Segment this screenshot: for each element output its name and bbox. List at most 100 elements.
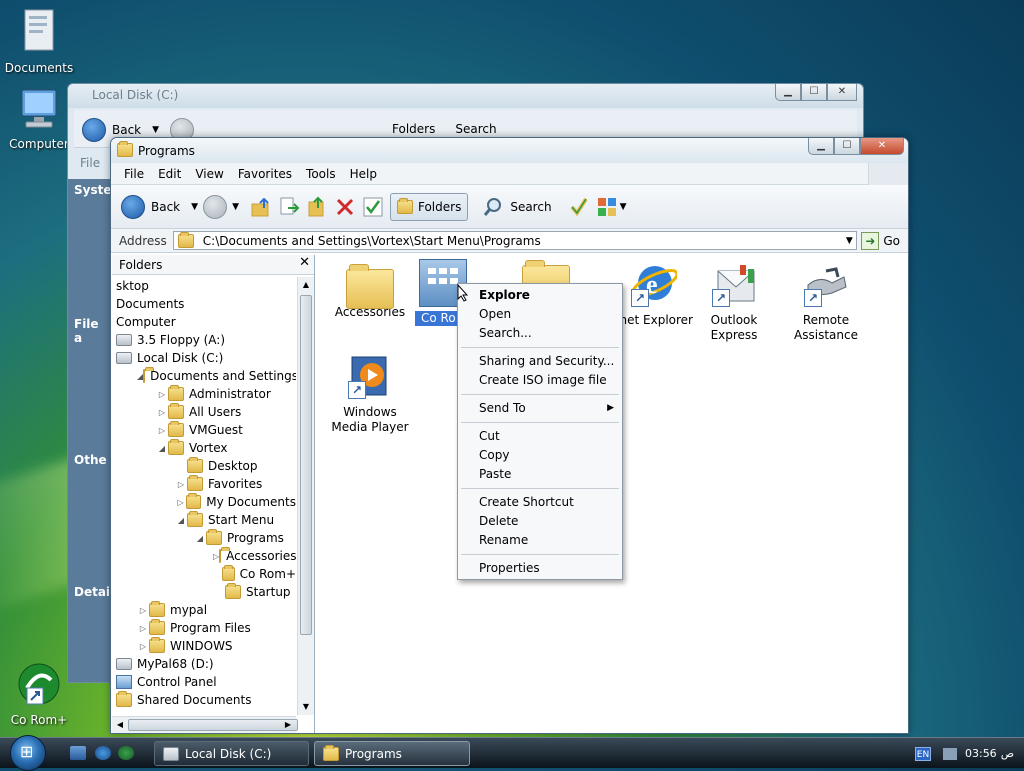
menu-help[interactable]: Help <box>343 165 384 183</box>
context-menu-item-create-iso-image-file[interactable]: Create ISO image file <box>458 371 622 390</box>
scroll-up-icon[interactable]: ▲ <box>298 277 314 293</box>
undo-button[interactable] <box>362 196 384 218</box>
close-button[interactable]: ✕ <box>860 138 904 155</box>
chevron-down-icon[interactable]: ▼ <box>152 125 159 135</box>
taskbar-item-programs[interactable]: Programs <box>314 741 470 766</box>
minimize-button[interactable]: ▁ <box>775 84 801 101</box>
menu-view[interactable]: View <box>188 165 230 183</box>
context-menu-item-create-shortcut[interactable]: Create Shortcut <box>458 493 622 512</box>
desktop-icon-co-rom[interactable]: Co Rom+ <box>3 662 75 727</box>
delete-button[interactable] <box>334 196 356 218</box>
tree-item[interactable]: ▷ Program Files <box>112 619 296 637</box>
folder-tree-vertical-scrollbar[interactable]: ▲ ▼ <box>297 277 314 715</box>
co-rom-icon[interactable] <box>118 746 134 760</box>
back-window-menu-file[interactable]: File <box>80 156 100 170</box>
expand-icon[interactable]: ▷ <box>137 624 149 633</box>
tree-item[interactable]: ◢ Programs <box>112 529 296 547</box>
back-arrow-icon[interactable] <box>82 118 106 142</box>
go-button[interactable]: ➜ Go <box>857 231 908 250</box>
language-indicator[interactable]: EN <box>914 746 931 761</box>
clock-time[interactable]: 03:56 <box>965 747 997 760</box>
tree-item[interactable]: Local Disk (C:) <box>112 349 296 367</box>
scroll-right-icon[interactable]: ▶ <box>280 717 296 733</box>
tree-item[interactable]: ▷ My Documents <box>112 493 296 511</box>
context-menu-item-properties[interactable]: Properties <box>458 559 622 578</box>
tree-item[interactable]: ▷ VMGuest <box>112 421 296 439</box>
search-button[interactable]: Search <box>455 122 496 136</box>
back-history-chevron-icon[interactable]: ▼ <box>191 202 198 212</box>
tree-item[interactable]: Startup <box>112 583 296 601</box>
properties-button[interactable] <box>568 196 590 218</box>
show-desktop-icon[interactable] <box>70 746 86 760</box>
folder-tree-horizontal-scrollbar[interactable]: ◀ ▶ <box>112 716 298 733</box>
tree-item[interactable]: ▷ WINDOWS <box>112 637 296 655</box>
tree-item[interactable]: ◢ Documents and Settings <box>112 367 296 385</box>
desktop-icon-documents[interactable]: Documents <box>3 6 75 75</box>
expand-icon[interactable]: ▷ <box>156 426 168 435</box>
menu-edit[interactable]: Edit <box>151 165 188 183</box>
collapse-icon[interactable]: ◢ <box>194 534 206 543</box>
file-item-outlook-express[interactable]: ↗ Outlook Express <box>689 261 779 343</box>
forward-history-chevron-icon[interactable]: ▼ <box>232 202 239 212</box>
tree-item[interactable]: ▷ Favorites <box>112 475 296 493</box>
context-menu-item-paste[interactable]: Paste <box>458 465 622 484</box>
tree-item[interactable]: ▷ All Users <box>112 403 296 421</box>
expand-icon[interactable]: ▷ <box>175 498 186 507</box>
views-button[interactable]: ▼ <box>596 196 629 218</box>
tree-item[interactable]: ◢ Vortex <box>112 439 296 457</box>
back-button[interactable]: Back <box>121 194 180 219</box>
context-menu-item-cut[interactable]: Cut <box>458 427 622 446</box>
tree-item[interactable]: ▷ Administrator <box>112 385 296 403</box>
address-dropdown-icon[interactable]: ▼ <box>842 236 856 246</box>
maximize-button[interactable]: ☐ <box>801 84 827 101</box>
taskbar-item-local-disk[interactable]: Local Disk (C:) <box>154 741 309 766</box>
tree-item[interactable]: Control Panel <box>112 673 296 691</box>
tree-item[interactable]: 3.5 Floppy (A:) <box>112 331 296 349</box>
context-menu-item-send-to[interactable]: Send To ▶ <box>458 399 622 418</box>
address-input[interactable]: C:\Documents and Settings\Vortex\Start M… <box>172 231 858 250</box>
tree-item[interactable]: MyPal68 (D:) <box>112 655 296 673</box>
folders-button[interactable]: Folders <box>389 192 469 221</box>
forward-button[interactable] <box>203 194 228 219</box>
file-item-internet-explorer[interactable]: e ↗ net Explorer <box>613 261 693 328</box>
expand-icon[interactable]: ▷ <box>156 408 168 417</box>
tree-item[interactable]: Documents <box>112 295 296 313</box>
context-menu-item-open[interactable]: Open <box>458 305 622 324</box>
expand-icon[interactable]: ▷ <box>175 480 187 489</box>
desktop-icon-computer[interactable]: Computer <box>3 88 75 151</box>
tree-item[interactable]: ▷ Accessories <box>112 547 296 565</box>
collapse-icon[interactable]: ◢ <box>156 444 168 453</box>
minimize-button[interactable]: ▁ <box>808 138 834 155</box>
collapse-icon[interactable]: ◢ <box>175 516 187 525</box>
context-menu-item-explore[interactable]: Explore <box>458 286 622 305</box>
scroll-down-icon[interactable]: ▼ <box>298 699 314 715</box>
close-icon[interactable]: ✕ <box>299 255 310 270</box>
scroll-left-icon[interactable]: ◀ <box>112 717 128 733</box>
copy-to-button[interactable] <box>306 196 328 218</box>
start-button[interactable] <box>10 735 46 771</box>
scrollbar-thumb[interactable] <box>128 719 298 731</box>
file-item-windows-media-player[interactable]: ↗ Windows Media Player <box>325 353 415 435</box>
context-menu-item-copy[interactable]: Copy <box>458 446 622 465</box>
programs-window-titlebar[interactable]: Programs ▁ ☐ ✕ <box>111 138 908 163</box>
context-menu-item-search[interactable]: Search... <box>458 324 622 343</box>
expand-icon[interactable]: ▷ <box>137 606 149 615</box>
move-to-button[interactable] <box>278 196 300 218</box>
internet-explorer-icon[interactable] <box>95 746 111 760</box>
close-button[interactable]: ✕ <box>827 84 857 101</box>
file-item-remote-assistance[interactable]: ↗ Remote Assistance <box>781 261 871 343</box>
context-menu-item-delete[interactable]: Delete <box>458 512 622 531</box>
tree-item[interactable]: Co Rom+ <box>112 565 296 583</box>
maximize-button[interactable]: ☐ <box>834 138 860 155</box>
scrollbar-thumb[interactable] <box>300 295 312 635</box>
tree-item[interactable]: sktop <box>112 277 296 295</box>
file-item-accessories[interactable]: Accessories <box>325 261 415 320</box>
menu-tools[interactable]: Tools <box>299 165 343 183</box>
menu-file[interactable]: File <box>117 165 151 183</box>
network-icon[interactable] <box>942 747 957 760</box>
context-menu-item-sharing-and-security[interactable]: Sharing and Security... <box>458 352 622 371</box>
tree-item[interactable]: Desktop <box>112 457 296 475</box>
tree-item[interactable]: ▷ mypal <box>112 601 296 619</box>
tree-item[interactable]: Shared Documents <box>112 691 296 709</box>
context-menu-item-rename[interactable]: Rename <box>458 531 622 550</box>
